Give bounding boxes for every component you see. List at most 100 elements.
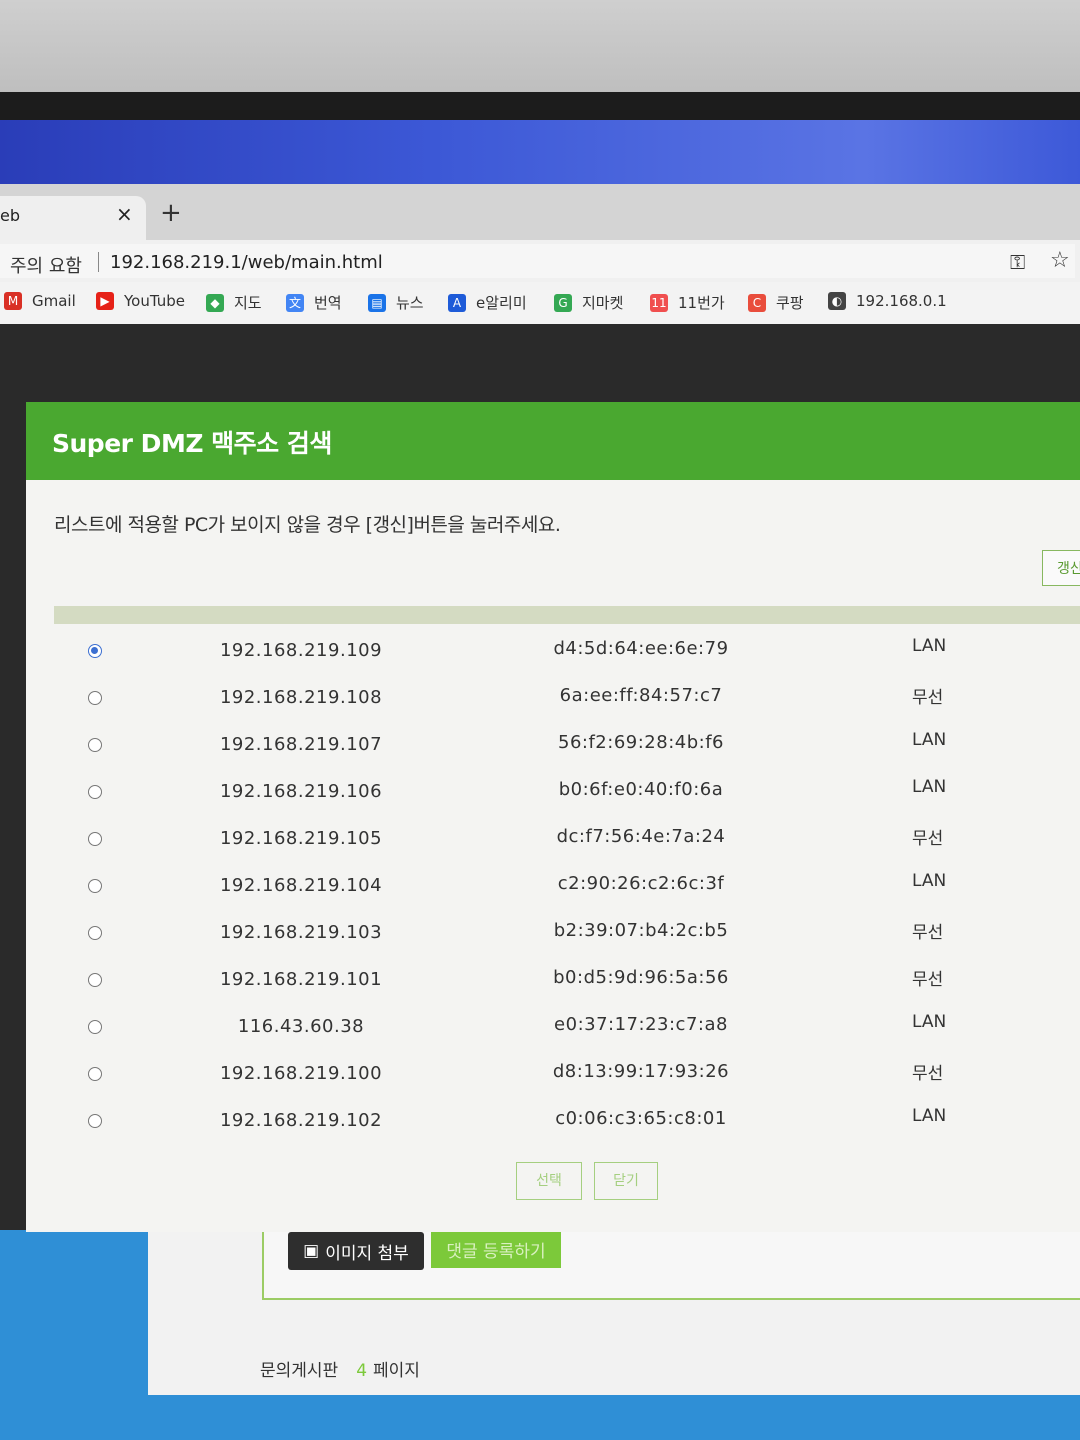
row-radio[interactable] <box>88 738 102 752</box>
row-radio[interactable] <box>88 1020 102 1034</box>
ip-address: 192.168.219.103 <box>219 922 383 943</box>
table-row[interactable]: 192.168.219.101 b0:d5:9d:96:5a:56 무선 <box>66 959 1066 1005</box>
connection-type: LAN <box>912 636 947 656</box>
bookmark-2[interactable]: ◆ 지도 <box>206 292 262 313</box>
bookmark-label: 192.168.0.1 <box>856 292 947 310</box>
bookmark-label: 11번가 <box>678 294 725 312</box>
gmarket-icon: G <box>554 293 572 312</box>
table-row[interactable]: 192.168.219.109 d4:5d:64:ee:6e:79 LAN <box>66 630 1066 676</box>
ip-address: 116.43.60.38 <box>237 1016 365 1037</box>
bookmark-0[interactable]: M Gmail <box>4 292 76 310</box>
mac-address: e0:37:17:23:c7:a8 <box>554 1014 728 1035</box>
connection-type: 무선 <box>912 1064 944 1084</box>
ip-address: 192.168.219.106 <box>219 781 383 802</box>
url-text[interactable]: 192.168.219.1/web/main.html <box>110 252 383 273</box>
news-icon: ▤ <box>368 293 386 312</box>
mac-address: dc:f7:56:4e:7a:24 <box>556 826 726 847</box>
bookmark-8[interactable]: C 쿠팡 <box>748 292 804 313</box>
maps-icon: ◆ <box>206 293 224 312</box>
image-attach-label: 이미지 첨부 <box>325 1243 409 1264</box>
ip-address: 192.168.219.109 <box>219 640 383 661</box>
connection-type: LAN <box>912 730 947 750</box>
close-button[interactable]: 닫기 <box>594 1162 658 1200</box>
refresh-button[interactable]: 갱신 <box>1042 550 1080 586</box>
table-row[interactable]: 192.168.219.102 c0:06:c3:65:c8:01 LAN <box>66 1100 1066 1146</box>
table-row[interactable]: 192.168.219.108 6a:ee:ff:84:57:c7 무선 <box>66 677 1066 723</box>
bookmark-label: 뉴스 <box>396 294 424 312</box>
bookmark-7[interactable]: 11 11번가 <box>650 292 725 313</box>
new-tab-button[interactable]: + <box>160 198 182 228</box>
bookmark-1[interactable]: ▶ YouTube <box>96 292 185 310</box>
security-indicator[interactable]: 주의 요함 <box>10 252 82 278</box>
bookmark-label: e알리미 <box>476 294 527 312</box>
bookmark-4[interactable]: ▤ 뉴스 <box>368 292 424 313</box>
translate-icon: 文 <box>286 293 304 312</box>
bookmark-6[interactable]: G 지마켓 <box>554 292 623 313</box>
mac-address: b2:39:07:b4:2c:b5 <box>553 920 729 941</box>
omnibox[interactable]: 주의 요함 192.168.219.1/web/main.html ⚿ ☆ <box>0 244 1075 278</box>
close-icon[interactable]: × <box>116 202 133 226</box>
connection-type: LAN <box>912 871 947 891</box>
row-radio[interactable] <box>88 1114 102 1128</box>
page-number: 4 <box>356 1361 368 1381</box>
mac-address: 6a:ee:ff:84:57:c7 <box>559 685 723 706</box>
connection-type: 무선 <box>912 970 944 990</box>
image-attach-button[interactable]: ▣ 이미지 첨부 <box>288 1232 424 1270</box>
mac-address: c0:06:c3:65:c8:01 <box>555 1108 727 1129</box>
table-row[interactable]: 192.168.219.103 b2:39:07:b4:2c:b5 무선 <box>66 912 1066 958</box>
board-label[interactable]: 문의게시판 <box>260 1361 338 1381</box>
connection-type: 무선 <box>912 829 944 849</box>
row-radio[interactable] <box>88 973 102 987</box>
table-row[interactable]: 192.168.219.107 56:f2:69:28:4b:f6 LAN <box>66 724 1066 770</box>
row-radio[interactable] <box>88 644 102 658</box>
bookmark-label: Gmail <box>32 292 76 310</box>
browser-tab[interactable]: eb × <box>0 196 146 240</box>
mac-address: d8:13:99:17:93:26 <box>552 1061 730 1082</box>
connection-type: 무선 <box>912 688 944 708</box>
row-radio[interactable] <box>88 926 102 940</box>
connection-type: LAN <box>912 1106 947 1126</box>
ip-address: 192.168.219.102 <box>219 1110 383 1131</box>
bookmark-label: 쿠팡 <box>776 294 804 312</box>
window-titlebar <box>0 120 1080 186</box>
table-row[interactable]: 192.168.219.106 b0:6f:e0:40:f0:6a LAN <box>66 771 1066 817</box>
table-row[interactable]: 192.168.219.105 dc:f7:56:4e:7a:24 무선 <box>66 818 1066 864</box>
modal-info-text: 리스트에 적용할 PC가 보이지 않을 경우 [갱신]버튼을 눌러주세요. <box>54 514 561 536</box>
bookmark-label: 지도 <box>234 294 262 312</box>
table-header <box>54 606 1080 624</box>
ip-address: 192.168.219.105 <box>219 828 383 849</box>
bookmark-5[interactable]: Ae알리미 <box>448 292 527 313</box>
table-row[interactable]: 192.168.219.104 c2:90:26:c2:6c:3f LAN <box>66 865 1066 911</box>
youtube-icon: ▶ <box>96 292 114 310</box>
monitor-bezel <box>0 92 1080 122</box>
select-button[interactable]: 선택 <box>516 1162 582 1200</box>
mac-address: b0:d5:9d:96:5a:56 <box>553 967 729 988</box>
comment-submit-button[interactable]: 댓글 등록하기 <box>431 1230 561 1268</box>
ip-address: 192.168.219.108 <box>219 687 383 708</box>
ealimi-icon: A <box>448 293 466 312</box>
bookmark-9[interactable]: ◐ 192.168.0.1 <box>828 292 947 310</box>
table-row[interactable]: 192.168.219.100 d8:13:99:17:93:26 무선 <box>66 1053 1066 1099</box>
key-icon[interactable]: ⚿ <box>1010 250 1025 274</box>
row-radio[interactable] <box>88 1067 102 1081</box>
row-radio[interactable] <box>88 785 102 799</box>
modal-header: Super DMZ 맥주소 검색 <box>26 402 1080 480</box>
ip-address: 192.168.219.104 <box>219 875 383 896</box>
tab-title: eb <box>0 206 20 225</box>
star-icon[interactable]: ☆ <box>1050 248 1070 273</box>
table-row[interactable]: 116.43.60.38 e0:37:17:23:c7:a8 LAN <box>66 1006 1066 1052</box>
mac-address: 56:f2:69:28:4b:f6 <box>558 732 724 753</box>
page-suffix: 페이지 <box>373 1361 420 1381</box>
address-bar: 주의 요함 192.168.219.1/web/main.html ⚿ ☆ <box>0 240 1080 282</box>
mac-address: b0:6f:e0:40:f0:6a <box>558 779 724 800</box>
11st-icon: 11 <box>650 293 668 312</box>
row-radio[interactable] <box>88 691 102 705</box>
bookmark-3[interactable]: 文 번역 <box>286 292 342 313</box>
row-radio[interactable] <box>88 832 102 846</box>
row-radio[interactable] <box>88 879 102 893</box>
bookmark-label: YouTube <box>124 292 185 310</box>
tab-strip: eb × + <box>0 184 1080 240</box>
mac-address: d4:5d:64:ee:6e:79 <box>553 638 729 659</box>
ip-address: 192.168.219.101 <box>219 969 383 990</box>
board-footer: 문의게시판 4 페이지 <box>260 1356 420 1381</box>
